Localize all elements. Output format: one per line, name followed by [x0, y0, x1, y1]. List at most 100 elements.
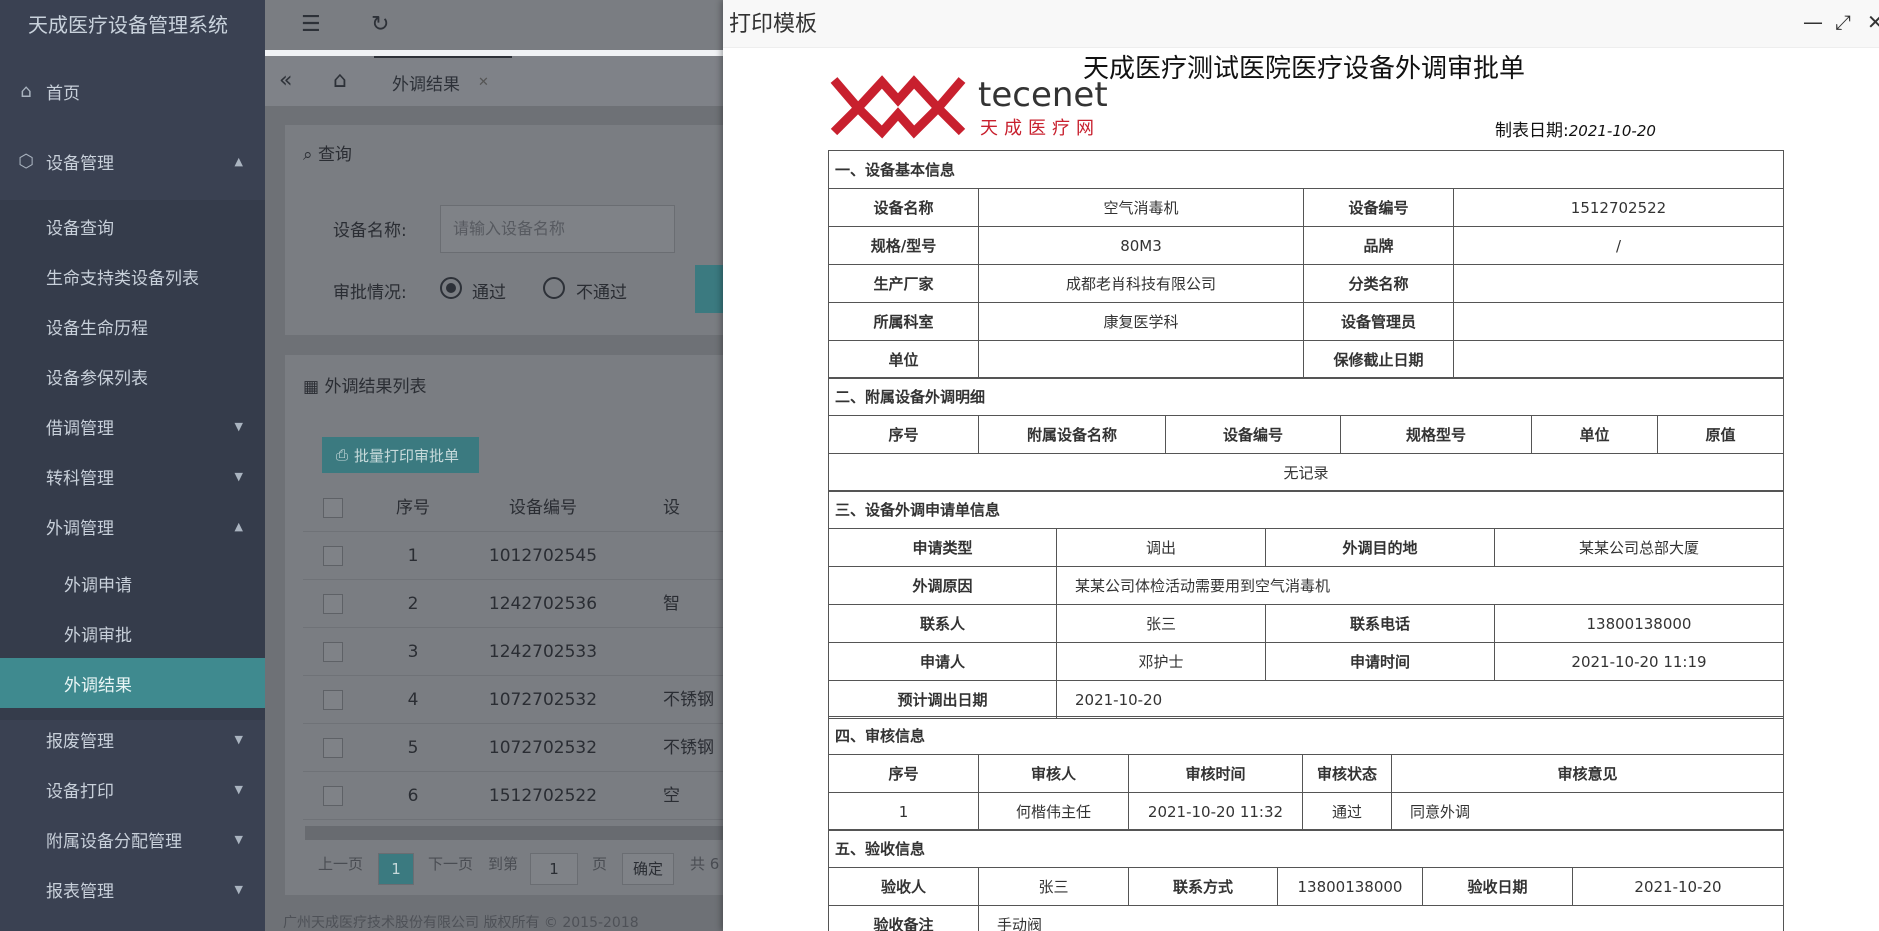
- section-title: 三、设备外调申请单信息: [828, 490, 1784, 529]
- sidebar-item-external[interactable]: 外调管理 ▲: [0, 501, 265, 551]
- home-icon: ⌂: [20, 80, 32, 102]
- sidebar-item-life-support[interactable]: 生命支持类设备列表: [0, 251, 265, 301]
- tab-label: 外调结果: [392, 74, 460, 95]
- pass-label: 通过: [472, 283, 506, 303]
- pass-radio[interactable]: [440, 277, 462, 299]
- sidebar-item-external-apply[interactable]: 外调申请: [0, 558, 265, 608]
- row-checkbox[interactable]: [323, 594, 343, 614]
- sidebar-item-label: 首页: [46, 83, 80, 104]
- close-icon[interactable]: ✕: [478, 75, 489, 90]
- page-unit: 页: [592, 855, 608, 873]
- maximize-icon[interactable]: ⤢: [1835, 10, 1851, 34]
- device-name-input[interactable]: 请输入设备名称: [440, 205, 675, 253]
- sidebar-item-device-query[interactable]: 设备查询: [0, 201, 265, 251]
- sidebar-item-label: 设备管理: [46, 153, 114, 174]
- current-page[interactable]: 1: [378, 853, 414, 885]
- list-title: ▦ 外调结果列表: [303, 377, 427, 397]
- double-chevron-left-icon[interactable]: «: [279, 68, 292, 93]
- accessory-table: 二、附属设备外调明细 序号 附属设备名称 设备编号 规格型号 单位 原值 无记录: [828, 377, 1784, 492]
- table-icon: ▦: [303, 377, 320, 397]
- next-page-link[interactable]: 下一页: [428, 853, 473, 874]
- logo-text-cn: 天成医疗网: [980, 118, 1100, 139]
- section-title: 四、审核信息: [828, 716, 1784, 755]
- date-value: 2021-10-20: [1568, 122, 1656, 140]
- sidebar-item-label: 设备打印: [46, 781, 114, 802]
- chevron-up-icon: ▲: [234, 154, 243, 168]
- menu-fold-icon[interactable]: ☰: [301, 12, 321, 37]
- prev-page-link[interactable]: 上一页: [318, 853, 363, 874]
- search-button[interactable]: [695, 265, 725, 313]
- table-row[interactable]: 5 1072702532 不锈钢: [303, 724, 723, 772]
- table-row[interactable]: 6 1512702522 空: [303, 772, 723, 820]
- sidebar-item-label: 附属设备分配管理: [46, 831, 182, 852]
- sidebar-item-external-result[interactable]: 外调结果: [0, 658, 265, 708]
- sidebar-item-label: 转科管理: [46, 468, 114, 489]
- confirm-button[interactable]: 确定: [622, 853, 674, 885]
- sidebar-item-device-history[interactable]: 设备生命历程: [0, 301, 265, 351]
- row-checkbox[interactable]: [323, 738, 343, 758]
- minimize-icon[interactable]: —: [1803, 10, 1823, 34]
- table-row[interactable]: 4 1072702532 不锈钢: [303, 676, 723, 724]
- horizontal-scrollbar[interactable]: [305, 826, 725, 840]
- approve-label: 审批情况:: [333, 283, 407, 303]
- sidebar-item-transfer[interactable]: 转科管理 ▼: [0, 451, 265, 501]
- printer-icon: ⎙: [336, 446, 349, 464]
- modal-header: 打印模板 — ⤢ ✕: [723, 0, 1879, 48]
- sidebar-item-insurance[interactable]: 设备参保列表: [0, 351, 265, 401]
- cube-icon: ⬡: [18, 150, 34, 172]
- fail-label: 不通过: [576, 283, 627, 303]
- device-name-label: 设备名称:: [333, 221, 407, 241]
- table-row[interactable]: 2 1242702536 智: [303, 580, 723, 628]
- row-checkbox[interactable]: [323, 786, 343, 806]
- sidebar-item-label: 外调审批: [64, 625, 132, 646]
- table-row[interactable]: 3 1242702533: [303, 628, 723, 676]
- modal-title: 打印模板: [729, 12, 818, 37]
- refresh-icon[interactable]: ↻: [371, 12, 389, 37]
- total-count: 共 6: [690, 855, 720, 873]
- row-checkbox[interactable]: [323, 642, 343, 662]
- application-table: 三、设备外调申请单信息 申请类型 调出 外调目的地 某某公司总部大厦 外调原因 某某公司…: [828, 490, 1784, 719]
- sidebar-item-label: 报废管理: [46, 731, 114, 752]
- home-icon[interactable]: ⌂: [333, 68, 347, 93]
- sidebar-item-print[interactable]: 设备打印 ▼: [0, 764, 265, 814]
- chevron-up-icon: ▲: [234, 519, 243, 533]
- sidebar-item-external-approve[interactable]: 外调审批: [0, 608, 265, 658]
- select-all-checkbox[interactable]: [323, 498, 343, 518]
- sidebar-item-device-mgmt[interactable]: ⬡ 设备管理 ▲: [0, 136, 265, 186]
- tab-external-result[interactable]: 外调结果 ✕: [374, 56, 512, 106]
- page-input[interactable]: 1: [530, 853, 578, 885]
- sidebar-item-label: 设备生命历程: [46, 318, 148, 339]
- query-title: ⌕ 查询: [303, 145, 352, 165]
- sidebar-item-label: 报表管理: [46, 881, 114, 902]
- copyright: 广州天成医疗技术股份有限公司 版权所有 © 2015-2018: [283, 915, 639, 931]
- chevron-down-icon: ▼: [234, 469, 243, 483]
- basic-info-table: 一、设备基本信息 设备名称 空气消毒机 设备编号 1512702522 规格/型号 80…: [828, 150, 1784, 379]
- table-row[interactable]: 1 1012702545: [303, 532, 723, 580]
- goto-label: 到第: [488, 855, 519, 873]
- table-header: 序号 设备编号 设: [303, 484, 723, 532]
- brand-title: 天成医疗设备管理系统: [28, 13, 228, 37]
- batch-print-button[interactable]: ⎙ 批量打印审批单: [322, 437, 479, 473]
- sidebar-item-accessory[interactable]: 附属设备分配管理 ▼: [0, 814, 265, 864]
- row-checkbox[interactable]: [323, 546, 343, 566]
- sidebar-item-label: 设备参保列表: [46, 368, 148, 389]
- acceptance-table: 五、验收信息 验收人 张三 联系方式 13800138000 验收日期 2021…: [828, 829, 1784, 931]
- print-template-modal: 打印模板 — ⤢ ✕ 天成医疗测试医院医疗设备外调审批单 tecenet 天成医…: [723, 0, 1879, 931]
- empty-record: 无记录: [828, 453, 1784, 492]
- chevron-down-icon: ▼: [234, 419, 243, 433]
- sidebar-item-home[interactable]: ⌂ 首页: [0, 66, 265, 116]
- section-title: 五、验收信息: [828, 829, 1784, 868]
- sidebar-item-scrap[interactable]: 报废管理 ▼: [0, 714, 265, 764]
- logo-mark-icon: tecenet 天成医疗网: [830, 75, 1108, 139]
- logo-text-en: tecenet: [978, 75, 1108, 115]
- sidebar-item-report[interactable]: 报表管理 ▼: [0, 864, 265, 914]
- row-checkbox[interactable]: [323, 690, 343, 710]
- chevron-down-icon: ▼: [234, 882, 243, 896]
- sidebar-item-label: 生命支持类设备列表: [46, 268, 199, 289]
- chevron-down-icon: ▼: [234, 732, 243, 746]
- sidebar-item-label: 外调结果: [64, 675, 132, 696]
- sidebar-item-borrow[interactable]: 借调管理 ▼: [0, 401, 265, 451]
- close-icon[interactable]: ✕: [1867, 10, 1879, 34]
- fail-radio[interactable]: [543, 277, 565, 299]
- section-title: 二、附属设备外调明细: [828, 377, 1784, 416]
